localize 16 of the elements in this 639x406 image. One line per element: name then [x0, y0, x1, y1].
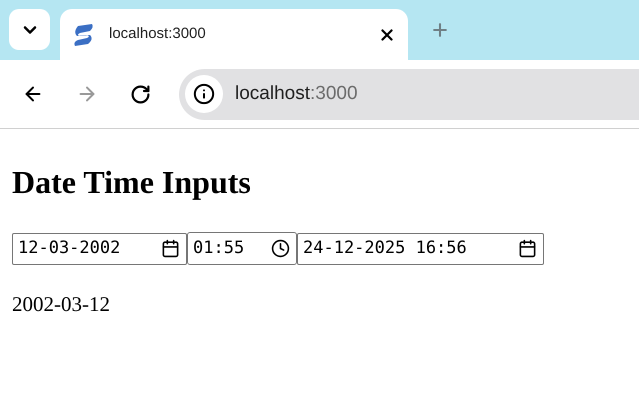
calendar-icon[interactable] [161, 239, 180, 258]
input-field[interactable]: 12-03-2002 [12, 232, 187, 264]
output-text: 2002-03-12 [12, 291, 111, 318]
new-tab-icon[interactable] [430, 20, 450, 40]
input-field[interactable]: 01:55 [187, 232, 297, 265]
input-field[interactable]: 24-12-2025 16:56 [297, 232, 544, 264]
url-text: localhost:3000 [235, 82, 358, 106]
reload-icon[interactable] [130, 84, 151, 104]
info-icon[interactable] [193, 83, 215, 105]
tab-list-button[interactable] [9, 9, 50, 50]
tab-title: localhost:3000 [109, 24, 207, 44]
page-heading: Date Time Inputs [12, 163, 252, 202]
address-bar[interactable]: localhost:3000 [179, 68, 639, 120]
browser-tab[interactable]: localhost:3000 [60, 9, 408, 60]
calendar-icon[interactable] [518, 239, 537, 258]
clock-icon[interactable] [271, 239, 290, 258]
